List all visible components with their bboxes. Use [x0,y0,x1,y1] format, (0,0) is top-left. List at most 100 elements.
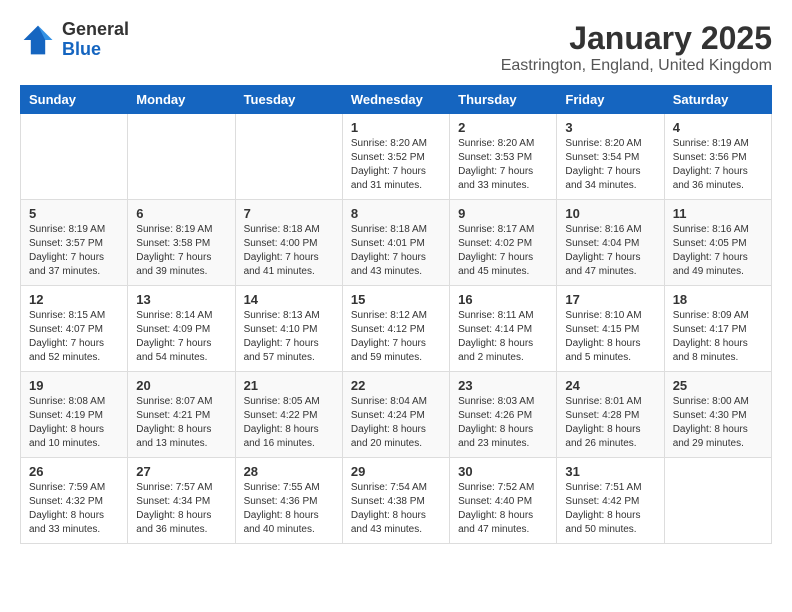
weekday-header-cell: Friday [557,86,664,114]
day-info: Sunrise: 8:13 AM Sunset: 4:10 PM Dayligh… [244,309,334,365]
day-info: Sunrise: 8:15 AM Sunset: 4:07 PM Dayligh… [29,309,119,365]
day-info: Sunrise: 8:20 AM Sunset: 3:52 PM Dayligh… [351,137,441,193]
day-number: 23 [458,378,548,393]
day-number: 25 [673,378,763,393]
calendar-cell: 29Sunrise: 7:54 AM Sunset: 4:38 PM Dayli… [342,458,449,544]
weekday-header-cell: Monday [128,86,235,114]
calendar-cell: 6 Sunrise: 8:19 AM Sunset: 3:58 PM Daylig… [128,200,235,286]
day-info: Sunrise: 8:11 AM Sunset: 4:14 PM Dayligh… [458,309,548,365]
calendar-cell: 16 Sunrise: 8:11 AM Sunset: 4:14 PM Dayli… [450,286,557,372]
day-number: 12 [29,292,119,307]
day-number: 19 [29,378,119,393]
day-info: Sunrise: 7:59 AM Sunset: 4:32 PM Dayligh… [29,481,119,537]
day-info: Sunrise: 8:19 AM Sunset: 3:58 PM Dayligh… [136,223,226,279]
day-number: 8 [351,206,441,221]
calendar-cell [664,458,771,544]
day-info: Sunrise: 8:10 AM Sunset: 4:15 PM Dayligh… [565,309,655,365]
calendar-cell: 27 Sunrise: 7:57 AM Sunset: 4:34 PM Dayli… [128,458,235,544]
day-number: 6 [136,206,226,221]
calendar-week-row: 12 Sunrise: 8:15 AM Sunset: 4:07 PM Dayli… [21,286,772,372]
calendar-cell: 4 Sunrise: 8:19 AM Sunset: 3:56 PM Daylig… [664,114,771,200]
calendar-cell: 13Sunrise: 8:14 AM Sunset: 4:09 PM Dayli… [128,286,235,372]
calendar-cell [21,114,128,200]
calendar-week-row: 26 Sunrise: 7:59 AM Sunset: 4:32 PM Dayli… [21,458,772,544]
day-info: Sunrise: 8:19 AM Sunset: 3:56 PM Dayligh… [673,137,763,193]
day-number: 10 [565,206,655,221]
calendar-cell: 31 Sunrise: 7:51 AM Sunset: 4:42 PM Dayli… [557,458,664,544]
calendar-cell: 23 Sunrise: 8:03 AM Sunset: 4:26 PM Dayli… [450,372,557,458]
day-info: Sunrise: 8:01 AM Sunset: 4:28 PM Dayligh… [565,395,655,451]
day-info: Sunrise: 8:14 AM Sunset: 4:09 PM Dayligh… [136,309,226,365]
day-number: 1 [351,120,441,135]
calendar-cell: 11 Sunrise: 8:16 AM Sunset: 4:05 PM Dayli… [664,200,771,286]
day-info: Sunrise: 8:18 AM Sunset: 4:01 PM Dayligh… [351,223,441,279]
day-number: 20 [136,378,226,393]
day-number: 4 [673,120,763,135]
calendar-body: 1 Sunrise: 8:20 AM Sunset: 3:52 PM Daylig… [21,114,772,544]
calendar-cell: 7 Sunrise: 8:18 AM Sunset: 4:00 PM Daylig… [235,200,342,286]
page-header: General Blue January 2025 Eastrington, E… [20,20,772,75]
day-info: Sunrise: 8:04 AM Sunset: 4:24 PM Dayligh… [351,395,441,451]
calendar-cell: 30Sunrise: 7:52 AM Sunset: 4:40 PM Dayli… [450,458,557,544]
day-info: Sunrise: 8:05 AM Sunset: 4:22 PM Dayligh… [244,395,334,451]
day-info: Sunrise: 8:16 AM Sunset: 4:05 PM Dayligh… [673,223,763,279]
day-number: 5 [29,206,119,221]
calendar-cell: 5 Sunrise: 8:19 AM Sunset: 3:57 PM Daylig… [21,200,128,286]
page-subtitle: Eastrington, England, United Kingdom [501,57,772,75]
logo-icon [20,22,56,58]
calendar-cell [235,114,342,200]
day-info: Sunrise: 7:54 AM Sunset: 4:38 PM Dayligh… [351,481,441,537]
weekday-header-cell: Thursday [450,86,557,114]
calendar-week-row: 19 Sunrise: 8:08 AM Sunset: 4:19 PM Dayli… [21,372,772,458]
calendar-table: SundayMondayTuesdayWednesdayThursdayFrid… [20,85,772,544]
day-info: Sunrise: 8:03 AM Sunset: 4:26 PM Dayligh… [458,395,548,451]
calendar-cell: 8 Sunrise: 8:18 AM Sunset: 4:01 PM Daylig… [342,200,449,286]
day-info: Sunrise: 8:17 AM Sunset: 4:02 PM Dayligh… [458,223,548,279]
weekday-header-cell: Tuesday [235,86,342,114]
day-info: Sunrise: 7:57 AM Sunset: 4:34 PM Dayligh… [136,481,226,537]
day-number: 24 [565,378,655,393]
day-number: 27 [136,464,226,479]
day-number: 26 [29,464,119,479]
page-title: January 2025 [501,20,772,57]
day-number: 21 [244,378,334,393]
day-number: 7 [244,206,334,221]
calendar-cell: 15Sunrise: 8:12 AM Sunset: 4:12 PM Dayli… [342,286,449,372]
day-info: Sunrise: 7:55 AM Sunset: 4:36 PM Dayligh… [244,481,334,537]
day-number: 9 [458,206,548,221]
day-number: 22 [351,378,441,393]
calendar-cell: 25 Sunrise: 8:00 AM Sunset: 4:30 PM Dayli… [664,372,771,458]
day-number: 3 [565,120,655,135]
weekday-header-cell: Saturday [664,86,771,114]
calendar-cell: 20 Sunrise: 8:07 AM Sunset: 4:21 PM Dayli… [128,372,235,458]
weekday-header-cell: Wednesday [342,86,449,114]
day-number: 2 [458,120,548,135]
calendar-cell: 26 Sunrise: 7:59 AM Sunset: 4:32 PM Dayli… [21,458,128,544]
calendar-cell: 1 Sunrise: 8:20 AM Sunset: 3:52 PM Daylig… [342,114,449,200]
day-number: 18 [673,292,763,307]
day-info: Sunrise: 7:51 AM Sunset: 4:42 PM Dayligh… [565,481,655,537]
day-number: 30 [458,464,548,479]
day-info: Sunrise: 8:20 AM Sunset: 3:54 PM Dayligh… [565,137,655,193]
logo: General Blue [20,20,129,60]
weekday-header-cell: Sunday [21,86,128,114]
day-number: 31 [565,464,655,479]
logo-general-text: General [62,20,129,40]
day-number: 11 [673,206,763,221]
day-info: Sunrise: 8:18 AM Sunset: 4:00 PM Dayligh… [244,223,334,279]
calendar-cell [128,114,235,200]
day-info: Sunrise: 8:09 AM Sunset: 4:17 PM Dayligh… [673,309,763,365]
day-info: Sunrise: 8:20 AM Sunset: 3:53 PM Dayligh… [458,137,548,193]
day-info: Sunrise: 8:07 AM Sunset: 4:21 PM Dayligh… [136,395,226,451]
day-number: 15 [351,292,441,307]
day-info: Sunrise: 8:08 AM Sunset: 4:19 PM Dayligh… [29,395,119,451]
calendar-cell: 9 Sunrise: 8:17 AM Sunset: 4:02 PM Daylig… [450,200,557,286]
calendar-cell: 12 Sunrise: 8:15 AM Sunset: 4:07 PM Dayli… [21,286,128,372]
day-info: Sunrise: 8:00 AM Sunset: 4:30 PM Dayligh… [673,395,763,451]
day-number: 28 [244,464,334,479]
title-section: January 2025 Eastrington, England, Unite… [501,20,772,75]
calendar-cell: 21 Sunrise: 8:05 AM Sunset: 4:22 PM Dayli… [235,372,342,458]
calendar-header-row: SundayMondayTuesdayWednesdayThursdayFrid… [21,86,772,114]
day-number: 16 [458,292,548,307]
day-info: Sunrise: 8:19 AM Sunset: 3:57 PM Dayligh… [29,223,119,279]
